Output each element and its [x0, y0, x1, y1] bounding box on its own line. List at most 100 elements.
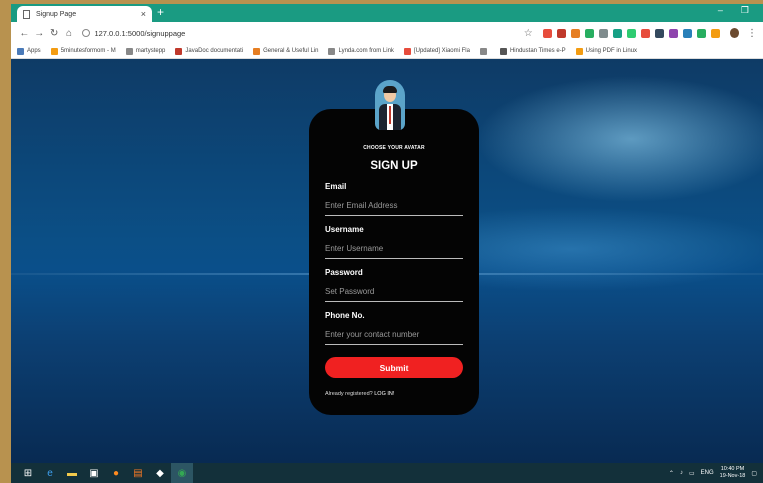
network-icon[interactable]: ▭ [689, 470, 695, 477]
choose-avatar-label[interactable]: CHOOSE YOUR AVATAR [325, 145, 463, 151]
browser-titlebar: Signup Page × + – ❐ [11, 4, 763, 22]
extension-icon[interactable] [654, 28, 664, 38]
chrome-icon[interactable]: ◉ [171, 463, 193, 483]
extension-icon[interactable] [668, 28, 678, 38]
email-label: Email [325, 182, 347, 191]
email-field-group: Email [325, 182, 463, 216]
maximize-button[interactable]: ❐ [741, 5, 749, 16]
extension-icon[interactable] [542, 28, 552, 38]
forward-arrow-icon[interactable]: → [32, 28, 47, 39]
submit-button[interactable]: Submit [325, 357, 463, 378]
extension-icon[interactable] [584, 28, 594, 38]
extension-icon[interactable] [598, 28, 608, 38]
tab-title: Signup Page [36, 10, 77, 18]
extension-icon[interactable] [682, 28, 692, 38]
bookmark-star-icon[interactable]: ☆ [524, 28, 533, 39]
reload-icon[interactable]: ↻ [47, 28, 62, 39]
password-input[interactable] [325, 285, 463, 302]
bookmark-label: [Updated] Xiaomi Fla [413, 48, 470, 54]
bookmark-label: Using PDF in Linux [585, 48, 638, 54]
bookmark-label: Lynda.com from Link [338, 48, 394, 54]
bookmark-label: martystepp [135, 48, 166, 54]
clock[interactable]: 10:40 PM 19-Nov-18 [720, 466, 746, 480]
phone-label: Phone No. [325, 311, 365, 320]
signup-page: CHOOSE YOUR AVATAR SIGN UP Email Usernam… [11, 59, 763, 463]
phone-input[interactable] [325, 328, 463, 345]
browser-toolbar: ← → ↻ ⌂ 127.0.0.1:5000/signuppage ☆ ⋮ [11, 22, 763, 44]
firefox-icon[interactable]: ● [105, 463, 127, 483]
desktop-screen: Signup Page × + – ❐ ← → ↻ ⌂ 127.0.0.1:50… [11, 4, 763, 483]
bookmark-item[interactable] [479, 47, 490, 55]
bookmark-item[interactable]: General & Useful Lin [253, 47, 319, 55]
signup-card: CHOOSE YOUR AVATAR SIGN UP Email Usernam… [309, 109, 479, 415]
volume-icon[interactable]: ♪ [680, 470, 683, 476]
bookmark-label: General & Useful Lin [263, 48, 319, 54]
bookmark-item[interactable]: martystepp [125, 47, 166, 55]
login-link[interactable]: LOG IN! [374, 391, 394, 397]
extension-icon[interactable] [710, 28, 720, 38]
extension-icon[interactable] [570, 28, 580, 38]
window-controls: – ❐ [718, 5, 749, 16]
system-tray: ⌃ ♪ ▭ ENG 10:40 PM 19-Nov-18 ▢ [669, 466, 757, 480]
bookmark-item[interactable]: Hindustan Times e-P [499, 47, 566, 55]
xampp-icon[interactable]: ▤ [127, 463, 149, 483]
bookmark-icon [50, 47, 58, 55]
minimize-button[interactable]: – [718, 5, 723, 16]
home-icon[interactable]: ⌂ [62, 28, 77, 39]
avatar-image[interactable] [375, 80, 405, 130]
profile-avatar[interactable] [729, 28, 740, 38]
app-icon[interactable]: ◆ [149, 463, 171, 483]
clock-time: 10:40 PM [720, 466, 745, 472]
phone-field-group: Phone No. [325, 311, 463, 345]
bookmark-item[interactable]: JavaDoc documentati [175, 47, 243, 55]
page-icon [23, 9, 30, 19]
new-tab-button[interactable]: + [157, 5, 164, 19]
login-prompt-text: Already registered? [325, 391, 373, 397]
extension-icon[interactable] [556, 28, 566, 38]
extension-icon[interactable] [612, 28, 622, 38]
bookmark-label: 5minutesformom - M [60, 48, 116, 54]
bookmark-item[interactable]: 5minutesformom - M [50, 47, 116, 55]
file-explorer-icon[interactable]: ▬ [61, 463, 83, 483]
bookmark-icon [125, 47, 133, 55]
bookmark-icon [499, 47, 507, 55]
bookmark-label: Hindustan Times e-P [509, 48, 566, 54]
bookmark-icon [575, 47, 583, 55]
avatar-hair [383, 86, 397, 93]
bookmark-icon [328, 47, 336, 55]
back-arrow-icon[interactable]: ← [17, 28, 32, 39]
close-tab-icon[interactable]: × [141, 9, 146, 19]
bookmarks-bar: Apps 5minutesformom - M martystepp JavaDoc … [11, 44, 763, 59]
email-input[interactable] [325, 199, 463, 216]
info-icon[interactable] [82, 29, 91, 37]
login-prompt-row: Already registered? LOG IN! [325, 391, 463, 397]
avatar-tie [389, 106, 391, 124]
extension-icon[interactable] [626, 28, 636, 38]
windows-start-icon[interactable]: ⊞ [17, 463, 39, 483]
bookmark-item[interactable]: Apps [17, 47, 41, 55]
username-field-group: Username [325, 225, 463, 259]
bookmark-icon [479, 47, 487, 55]
extension-icon[interactable] [696, 28, 706, 38]
bookmark-item[interactable]: Using PDF in Linux [575, 47, 638, 55]
tray-chevron-icon[interactable]: ⌃ [669, 470, 674, 477]
bookmark-icon [253, 47, 261, 55]
bookmark-label: Apps [27, 48, 41, 54]
password-label: Password [325, 268, 363, 277]
language-indicator[interactable]: ENG [701, 470, 714, 476]
menu-icon[interactable]: ⋮ [747, 28, 757, 39]
notifications-icon[interactable]: ▢ [751, 470, 757, 477]
edge-browser-icon[interactable]: e [39, 463, 61, 483]
bookmark-item[interactable]: [Updated] Xiaomi Fla [403, 47, 470, 55]
address-bar[interactable]: 127.0.0.1:5000/signuppage [82, 25, 453, 41]
password-field-group: Password [325, 268, 463, 302]
bookmark-icon [17, 47, 24, 55]
bookmark-icon [175, 47, 183, 55]
username-input[interactable] [325, 242, 463, 259]
extensions-row [542, 28, 720, 38]
browser-tab[interactable]: Signup Page × [17, 6, 152, 22]
bookmark-item[interactable]: Lynda.com from Link [328, 47, 394, 55]
store-icon[interactable]: ▣ [83, 463, 105, 483]
extension-icon[interactable] [640, 28, 650, 38]
signup-heading: SIGN UP [370, 160, 418, 172]
